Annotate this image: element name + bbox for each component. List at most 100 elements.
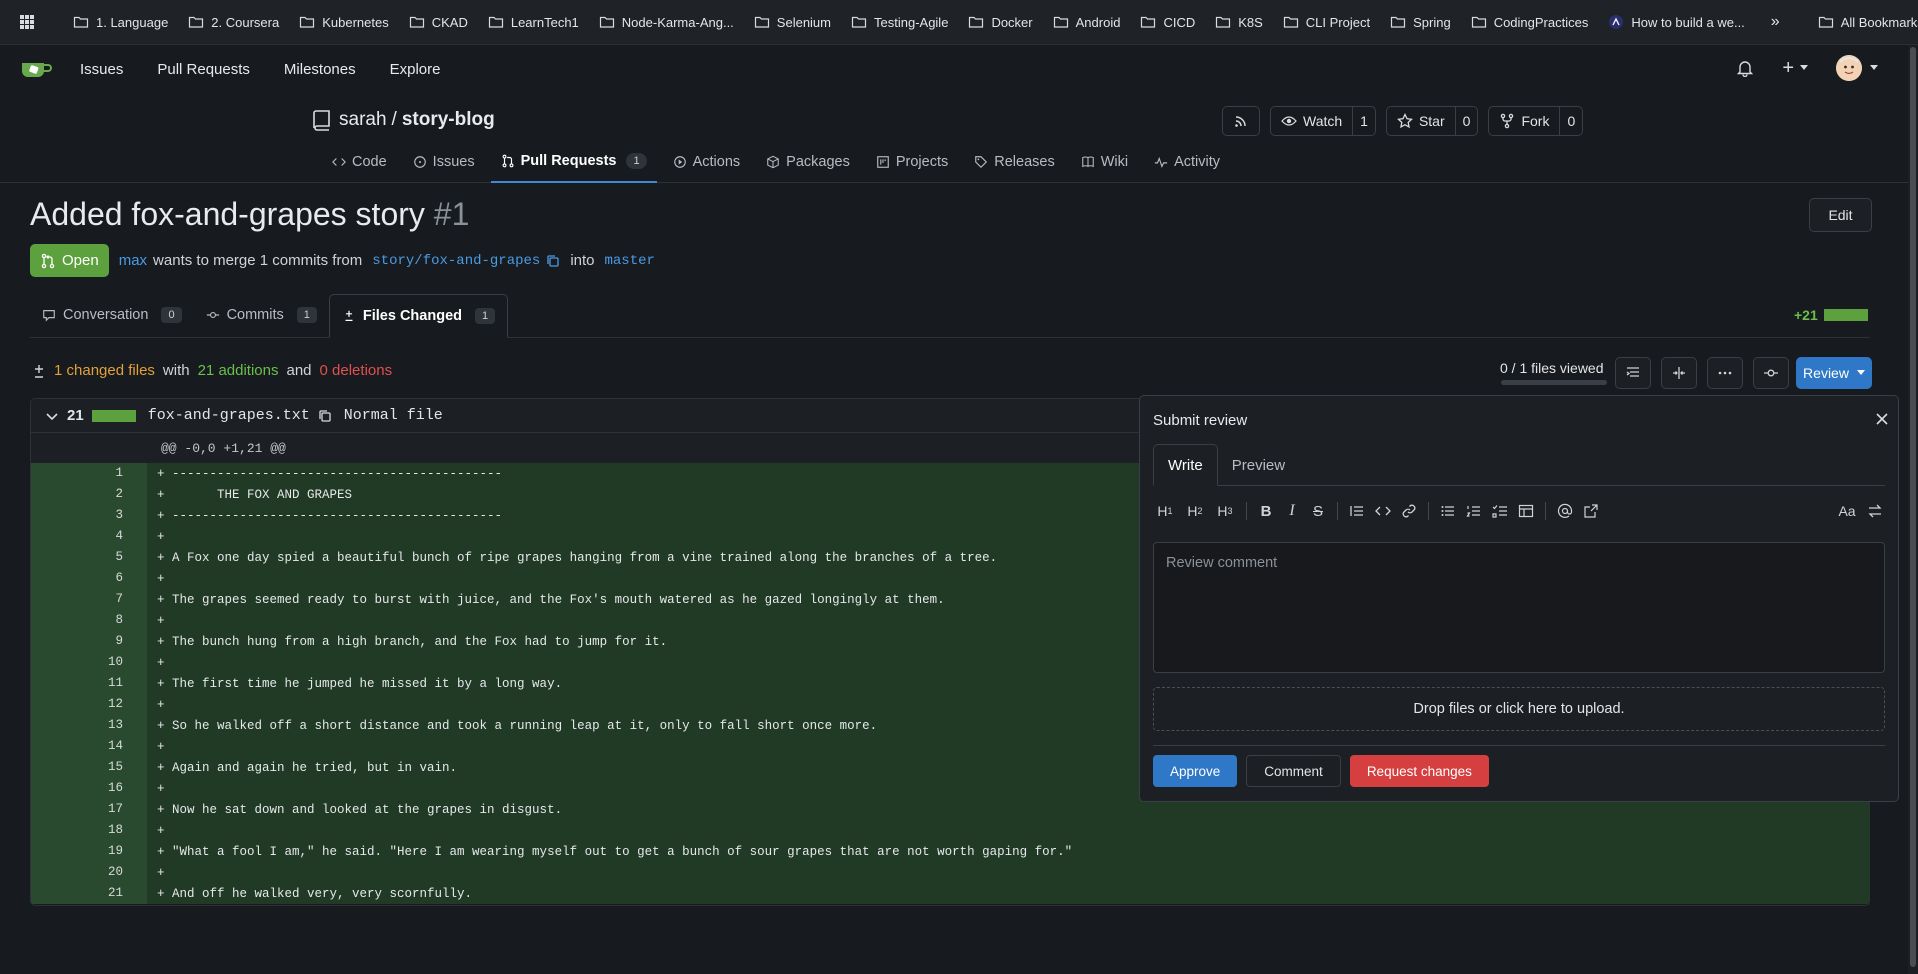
line-number[interactable]: 4 (31, 526, 129, 547)
heading-2-icon[interactable]: H2 (1183, 501, 1207, 521)
source-branch-link[interactable]: story/fox-and-grapes (372, 253, 540, 269)
bookmark-item[interactable]: Spring (1381, 10, 1460, 34)
bookmark-item[interactable]: Testing-Agile (842, 10, 957, 34)
bold-icon[interactable]: B (1256, 501, 1276, 521)
bookmark-item[interactable]: CLI Project (1274, 10, 1379, 34)
nav-issues[interactable]: Issues (80, 61, 123, 78)
scrollbar-thumb[interactable] (1910, 47, 1916, 967)
edit-title-button[interactable]: Edit (1809, 198, 1872, 232)
link-icon[interactable] (1399, 501, 1419, 521)
line-number[interactable]: 7 (31, 589, 129, 610)
tab-packages[interactable]: Packages (756, 140, 860, 183)
tab-activity[interactable]: Activity (1144, 140, 1230, 183)
pr-author-link[interactable]: max (119, 252, 147, 269)
heading-3-icon[interactable]: H3 (1213, 501, 1237, 521)
pr-tab-files-changed[interactable]: Files Changed 1 (328, 294, 509, 338)
apps-grid-icon[interactable] (10, 10, 44, 34)
line-number[interactable]: 11 (31, 673, 129, 694)
bookmark-item[interactable]: Selenium (745, 10, 840, 34)
copy-icon[interactable] (318, 409, 332, 423)
bookmark-item[interactable]: 1. Language (64, 10, 177, 34)
fork-button[interactable]: Fork 0 (1488, 106, 1584, 136)
line-number[interactable]: 5 (31, 547, 129, 568)
all-bookmarks-button[interactable]: All Bookmarks (1809, 10, 1918, 34)
file-name[interactable]: fox-and-grapes.txt (148, 407, 310, 424)
line-number[interactable]: 9 (31, 631, 129, 652)
chevron-down-icon[interactable] (45, 409, 59, 423)
tab-pull-requests[interactable]: Pull Requests 1 (490, 140, 657, 183)
nav-pull-requests[interactable]: Pull Requests (157, 61, 250, 78)
bookmark-item[interactable]: Android (1044, 10, 1130, 34)
font-toggle-icon[interactable]: Aa (1835, 501, 1859, 521)
bookmark-item[interactable]: CICD (1131, 10, 1204, 34)
gitea-logo-icon[interactable] (20, 57, 52, 81)
changed-files-count[interactable]: 1 changed files (54, 362, 155, 379)
close-icon[interactable] (1873, 410, 1891, 428)
quote-icon[interactable] (1347, 501, 1367, 521)
line-number[interactable]: 21 (31, 883, 129, 904)
bookmark-item[interactable]: CKAD (400, 10, 477, 34)
bookmark-item[interactable]: K8S (1206, 10, 1272, 34)
tab-wiki[interactable]: Wiki (1071, 140, 1138, 183)
unordered-list-icon[interactable] (1438, 501, 1458, 521)
line-number[interactable]: 18 (31, 820, 129, 841)
nav-explore[interactable]: Explore (390, 61, 441, 78)
fork-count[interactable]: 0 (1559, 107, 1582, 135)
watch-count[interactable]: 1 (1352, 107, 1375, 135)
bookmark-item[interactable]: Docker (959, 10, 1041, 34)
mention-icon[interactable] (1555, 501, 1575, 521)
heading-1-icon[interactable]: H1 (1153, 501, 1177, 521)
bookmark-item[interactable]: 2. Coursera (179, 10, 288, 34)
watch-button[interactable]: Watch 1 (1270, 106, 1376, 136)
line-number[interactable]: 14 (31, 736, 129, 757)
line-number[interactable]: 8 (31, 610, 129, 631)
table-icon[interactable] (1516, 501, 1536, 521)
page-scrollbar[interactable] (1908, 45, 1918, 974)
target-branch-link[interactable]: master (605, 253, 655, 269)
bookmark-item[interactable]: Kubernetes (290, 10, 398, 34)
line-number[interactable]: 19 (31, 841, 129, 862)
bookmark-item[interactable]: CodingPractices (1462, 10, 1598, 34)
create-menu-button[interactable]: + (1782, 57, 1808, 80)
repo-owner-link[interactable]: sarah (339, 109, 387, 131)
pr-tab-conversation[interactable]: Conversation 0 (30, 293, 194, 337)
review-comment-input[interactable]: Review comment (1153, 542, 1885, 673)
tab-write[interactable]: Write (1153, 444, 1218, 486)
line-number[interactable]: 20 (31, 862, 129, 883)
rss-feed-button[interactable] (1222, 106, 1260, 136)
star-count[interactable]: 0 (1454, 107, 1478, 135)
toggle-file-tree-button[interactable] (1615, 357, 1651, 389)
bookmark-item[interactable]: Node-Karma-Ang... (590, 10, 743, 34)
line-number[interactable]: 16 (31, 778, 129, 799)
repo-name-link[interactable]: story-blog (402, 109, 495, 131)
tab-actions[interactable]: Actions (663, 140, 751, 183)
italic-icon[interactable]: I (1282, 501, 1302, 521)
bookmarks-more-button[interactable]: » (1762, 9, 1789, 35)
bookmark-item[interactable]: LearnTech1 (479, 10, 588, 34)
line-number[interactable]: 17 (31, 799, 129, 820)
nav-milestones[interactable]: Milestones (284, 61, 356, 78)
code-icon[interactable] (1373, 501, 1393, 521)
line-number[interactable]: 2 (31, 484, 129, 505)
upload-dropzone[interactable]: Drop files or click here to upload. (1153, 687, 1885, 731)
copy-icon[interactable] (546, 254, 560, 268)
tab-issues[interactable]: Issues (403, 140, 485, 183)
cross-reference-icon[interactable] (1581, 501, 1601, 521)
task-list-icon[interactable] (1490, 501, 1510, 521)
line-number[interactable]: 12 (31, 694, 129, 715)
split-view-button[interactable] (1661, 357, 1697, 389)
tab-releases[interactable]: Releases (964, 140, 1064, 183)
approve-button[interactable]: Approve (1153, 755, 1238, 787)
tab-preview[interactable]: Preview (1218, 444, 1299, 486)
line-number[interactable]: 10 (31, 652, 129, 673)
line-number[interactable]: 13 (31, 715, 129, 736)
line-number[interactable]: 3 (31, 505, 129, 526)
line-number[interactable]: 15 (31, 757, 129, 778)
user-menu-button[interactable] (1836, 55, 1878, 81)
comment-button[interactable]: Comment (1246, 755, 1341, 787)
strikethrough-icon[interactable]: S (1308, 501, 1328, 521)
bookmark-item[interactable]: How to build a we... (1599, 10, 1753, 34)
pr-tab-commits[interactable]: Commits 1 (194, 293, 329, 337)
line-number[interactable]: 1 (31, 463, 129, 484)
switch-editor-icon[interactable] (1865, 501, 1885, 521)
